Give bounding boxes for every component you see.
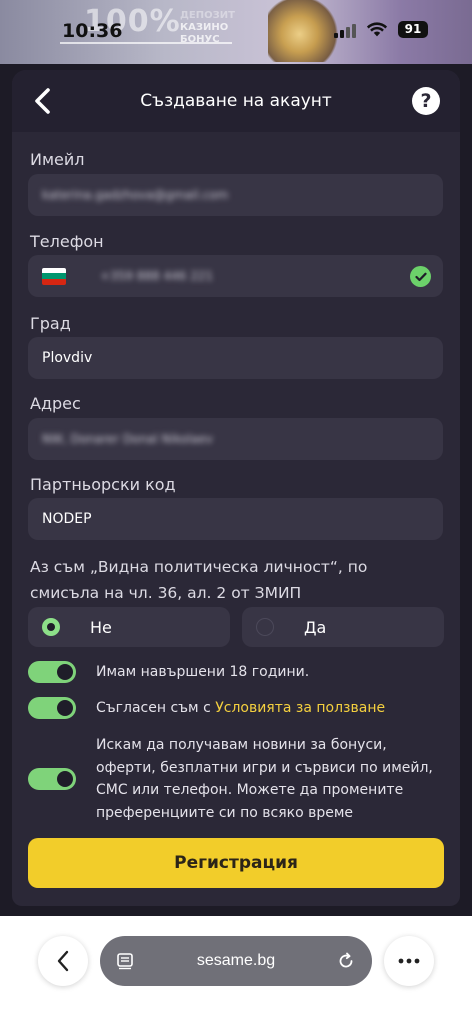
ellipsis-icon — [398, 958, 420, 964]
card-header: Създаване на акаунт ? — [12, 70, 460, 132]
terms-toggle-row: Съгласен съм с Условията за ползване — [28, 697, 448, 719]
browser-back-button[interactable] — [38, 936, 88, 986]
address-bar[interactable]: sesame.bg — [100, 936, 372, 986]
city-label: Град — [30, 314, 71, 333]
promo-underline — [60, 42, 232, 44]
bulgaria-flag-icon[interactable] — [42, 267, 66, 285]
page-title: Създаване на акаунт — [140, 91, 332, 111]
browser-toolbar: sesame.bg — [0, 916, 472, 1024]
partner-code-label: Партньорски код — [30, 475, 176, 494]
pep-question: Аз съм „Видна политическа личност“, по с… — [30, 558, 368, 602]
status-time: 10:36 — [62, 20, 123, 42]
news-toggle[interactable] — [28, 768, 76, 790]
registration-card: Създаване на акаунт ? Имейл katerina.gad… — [12, 70, 460, 906]
address-value: NW, Donarer Donal Nikolaev — [42, 432, 213, 446]
check-icon — [410, 266, 431, 287]
address-field[interactable]: NW, Donarer Donal Nikolaev — [28, 418, 443, 460]
promo-text: ДЕПОЗИТ КАЗИНО БОНУС — [180, 10, 235, 45]
phone-value: +359 888 446 221 — [100, 269, 214, 283]
phone-field[interactable]: +359 888 446 221 — [28, 255, 443, 297]
back-arrow-icon[interactable] — [32, 87, 54, 115]
reload-icon[interactable] — [336, 951, 356, 971]
age-toggle-row: Имам навършени 18 години. — [28, 661, 448, 683]
address-label: Адрес — [30, 394, 81, 413]
city-value: Plovdiv — [42, 350, 93, 366]
help-icon[interactable]: ? — [412, 87, 440, 115]
battery-indicator: 91 — [398, 21, 428, 38]
email-field[interactable]: katerina.gadzhova@gmail.com — [28, 174, 443, 216]
more-options-button[interactable] — [384, 936, 434, 986]
url-text: sesame.bg — [196, 952, 276, 969]
partner-code-field[interactable]: NODEP — [28, 498, 443, 540]
terms-toggle-label: Съгласен съм с Условията за ползване — [96, 700, 386, 716]
pep-option-yes[interactable]: Да — [242, 607, 444, 647]
radio-selected-icon[interactable] — [42, 618, 60, 636]
age-toggle-label: Имам навършени 18 години. — [96, 664, 310, 680]
email-label: Имейл — [30, 150, 85, 169]
promo-banner-art — [268, 0, 338, 62]
city-field[interactable]: Plovdiv — [28, 337, 443, 379]
register-button[interactable]: Регистрация — [28, 838, 444, 888]
radio-unselected-icon[interactable] — [256, 618, 274, 636]
pep-option-yes-label: Да — [304, 617, 327, 637]
terms-link[interactable]: Условията за ползване — [215, 700, 385, 716]
email-value: katerina.gadzhova@gmail.com — [42, 188, 229, 202]
pep-option-no-label: Не — [90, 617, 112, 637]
partner-code-value: NODEP — [42, 511, 92, 527]
age-toggle[interactable] — [28, 661, 76, 683]
phone-label: Телефон — [30, 232, 104, 251]
cellular-signal-icon — [334, 24, 356, 38]
terms-toggle[interactable] — [28, 697, 76, 719]
reader-mode-icon[interactable] — [116, 952, 134, 970]
pep-option-no[interactable]: Не — [28, 607, 230, 647]
chevron-left-icon — [57, 950, 69, 972]
status-bar: 100% ДЕПОЗИТ КАЗИНО БОНУС 10:36 91 — [0, 0, 472, 64]
wifi-icon — [366, 22, 388, 37]
news-toggle-label: Искам да получавам новини за бонуси, офе… — [96, 737, 433, 821]
news-toggle-row: Искам да получавам новини за бонуси, офе… — [28, 734, 448, 824]
